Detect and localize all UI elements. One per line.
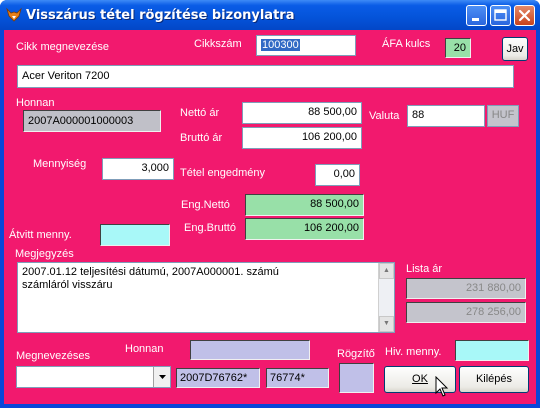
megjegyzes-field[interactable]: 2007.01.12 teljesítési dátumú, 2007A0000… [17, 262, 395, 333]
tetel-engedmeny-field[interactable]: 0,00 [315, 164, 360, 186]
kilepes-button[interactable]: Kilépés [459, 366, 529, 393]
window-title: Visszárus tétel rögzítése bizonylatra [26, 8, 295, 23]
valuta-label: Valuta [369, 110, 400, 122]
maximize-icon [494, 9, 507, 21]
afa-kulcs-label: ÁFA kulcs [382, 38, 431, 50]
valuta-currency-field: HUF [487, 105, 519, 127]
honnan-field: 2007A000001000003 [23, 110, 161, 132]
rogzito-label: Rögzítő [337, 348, 375, 360]
netto-ar-field[interactable]: 88 500,00 [242, 102, 362, 124]
megnevezeses-select[interactable] [16, 366, 171, 388]
maximize-button[interactable] [490, 5, 511, 26]
cikkszam-value: 100300 [261, 39, 300, 51]
minimize-button[interactable] [466, 5, 487, 26]
atvitt-menny-label: Átvitt menny. [9, 229, 72, 241]
megjegyzes-scrollbar[interactable]: ▲ ▼ [378, 263, 394, 332]
eng-netto-label: Eng.Nettó [181, 199, 230, 211]
chevron-down-icon [159, 375, 166, 379]
hiv-menny-field[interactable] [455, 340, 529, 361]
valuta-amount-field[interactable]: 88 [407, 105, 485, 127]
title-bar[interactable]: Visszárus tétel rögzítése bizonylatra [0, 0, 540, 30]
afa-kulcs-field[interactable]: 20 [445, 38, 471, 58]
close-icon [518, 9, 531, 22]
megjegyzes-label: Megjegyzés [15, 248, 74, 260]
atvitt-menny-field[interactable] [100, 224, 170, 246]
kilepes-button-label: Kilépés [475, 373, 513, 385]
code2-field: 76774* [266, 368, 329, 388]
honnan-bottom-field [190, 340, 310, 360]
megjegyzes-line-1: 2007.01.12 teljesítési dátumú, 2007A0000… [22, 266, 279, 278]
megjegyzes-line-2: számláról visszáru [22, 279, 113, 291]
megnevezeses-dropdown-button[interactable] [153, 367, 170, 387]
fox-logo-icon [6, 7, 22, 22]
hiv-menny-label: Hiv. menny. [385, 346, 442, 358]
scroll-up-icon[interactable]: ▲ [379, 263, 394, 279]
cikkszam-label: Cikkszám [194, 38, 242, 50]
lista-ar-field-1: 231 880,00 [406, 278, 526, 299]
brutto-ar-field[interactable]: 106 200,00 [242, 127, 362, 149]
mennyiseg-field[interactable]: 3,000 [102, 158, 174, 180]
scroll-down-icon[interactable]: ▼ [379, 316, 394, 332]
netto-ar-label: Nettó ár [180, 107, 220, 119]
lista-ar-field-2: 278 256,00 [406, 302, 526, 323]
ok-button-label: OK [412, 373, 428, 385]
cikkszam-field[interactable]: 100300 [256, 35, 356, 56]
honnan-label: Honnan [16, 97, 55, 109]
mouse-pointer-icon [435, 376, 449, 397]
tetel-engedmeny-label: Tétel engedmény [180, 167, 265, 179]
cikk-megnevezese-field[interactable]: Acer Veriton 7200 [17, 65, 514, 88]
honnan-bottom-label: Honnan [125, 343, 164, 355]
rogzito-field [339, 363, 374, 393]
dialog-body: Cikk megnevezése Cikkszám 100300 ÁFA kul… [4, 30, 536, 404]
eng-brutto-field: 106 200,00 [245, 218, 364, 240]
window: Visszárus tétel rögzítése bizonylatra Ci… [0, 0, 540, 408]
lista-ar-label: Lista ár [406, 263, 443, 275]
brutto-ar-label: Bruttó ár [180, 132, 223, 144]
cikk-megnevezese-label: Cikk megnevezése [16, 41, 109, 53]
code1-field: 2007D76762* [176, 368, 260, 388]
megnevezeses-label: Megnevezéses [16, 350, 90, 362]
eng-brutto-label: Eng.Bruttó [184, 222, 236, 234]
megnevezeses-value [17, 370, 21, 382]
close-button[interactable] [514, 5, 535, 26]
eng-netto-field: 88 500,00 [245, 194, 364, 216]
mennyiseg-label: Mennyiség [33, 158, 87, 170]
jav-button[interactable]: Jav [502, 37, 528, 61]
minimize-icon [472, 18, 479, 21]
